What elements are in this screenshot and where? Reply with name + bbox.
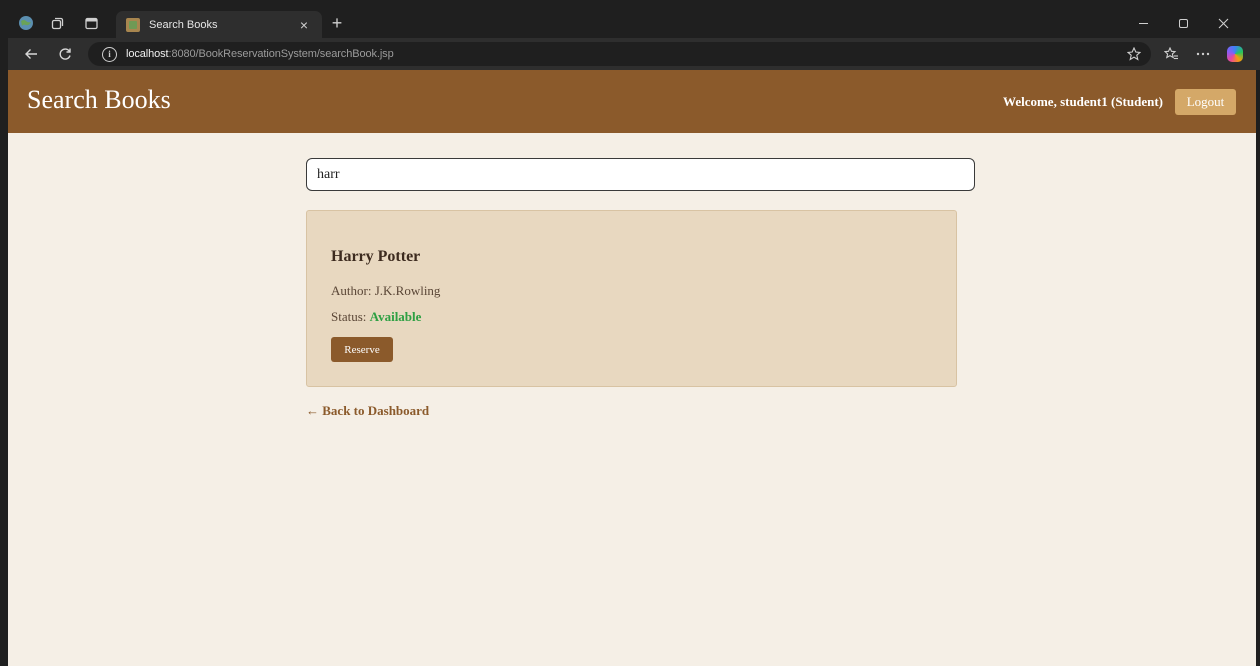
status-badge: Available	[369, 309, 422, 324]
author-label: Author:	[331, 283, 375, 298]
favorites-icon[interactable]	[1158, 38, 1184, 70]
site-favicon-icon	[126, 17, 140, 32]
logout-button[interactable]: Logout	[1175, 89, 1236, 115]
url-field[interactable]: i localhost:8080/BookReservationSystem/s…	[88, 42, 1151, 66]
star-icon[interactable]	[1127, 42, 1141, 66]
close-icon[interactable]	[1208, 8, 1238, 38]
book-card: Harry Potter Author: J.K.Rowling Status:…	[306, 210, 957, 387]
book-author: Author: J.K.Rowling	[331, 283, 440, 299]
info-icon[interactable]: i	[102, 46, 117, 62]
welcome-text: Welcome, student1 (Student)	[1003, 94, 1163, 109]
book-status: Status: Available	[331, 309, 421, 325]
vertical-tabs-icon[interactable]	[80, 8, 102, 38]
browser-tab-bar: Search Books × +	[8, 8, 1260, 38]
browser-address-bar: i localhost:8080/BookReservationSystem/s…	[8, 38, 1260, 70]
copilot-icon-button[interactable]	[1222, 38, 1248, 70]
page-viewport: Search Books Welcome, student1 (Student)…	[8, 70, 1256, 666]
back-icon[interactable]	[18, 38, 44, 70]
back-to-dashboard-link[interactable]: ← Back to Dashboard	[306, 403, 429, 419]
url-text: localhost:8080/BookReservationSystem/sea…	[126, 48, 394, 60]
globe-icon[interactable]	[14, 8, 38, 38]
minimize-icon[interactable]	[1128, 8, 1158, 38]
tab-title: Search Books	[149, 18, 218, 31]
copilot-icon	[1227, 46, 1243, 62]
url-host: localhost	[126, 48, 169, 60]
maximize-icon[interactable]	[1168, 8, 1198, 38]
tab-actions-icon[interactable]	[46, 8, 68, 38]
more-icon[interactable]	[1190, 38, 1216, 70]
tab-close-icon[interactable]: ×	[292, 17, 316, 33]
search-input[interactable]	[306, 158, 975, 191]
author-value: J.K.Rowling	[374, 283, 441, 298]
book-title: Harry Potter	[331, 248, 421, 265]
status-label: Status:	[331, 309, 370, 324]
new-tab-icon[interactable]: +	[326, 8, 348, 38]
browser-tab-active[interactable]: Search Books ×	[116, 11, 322, 38]
site-header: Search Books Welcome, student1 (Student)…	[8, 70, 1256, 133]
page-title: Search Books	[27, 85, 171, 114]
refresh-icon[interactable]	[52, 38, 78, 70]
url-path: :8080/BookReservationSystem/searchBook.j…	[168, 48, 394, 60]
reserve-button[interactable]: Reserve	[331, 337, 393, 362]
